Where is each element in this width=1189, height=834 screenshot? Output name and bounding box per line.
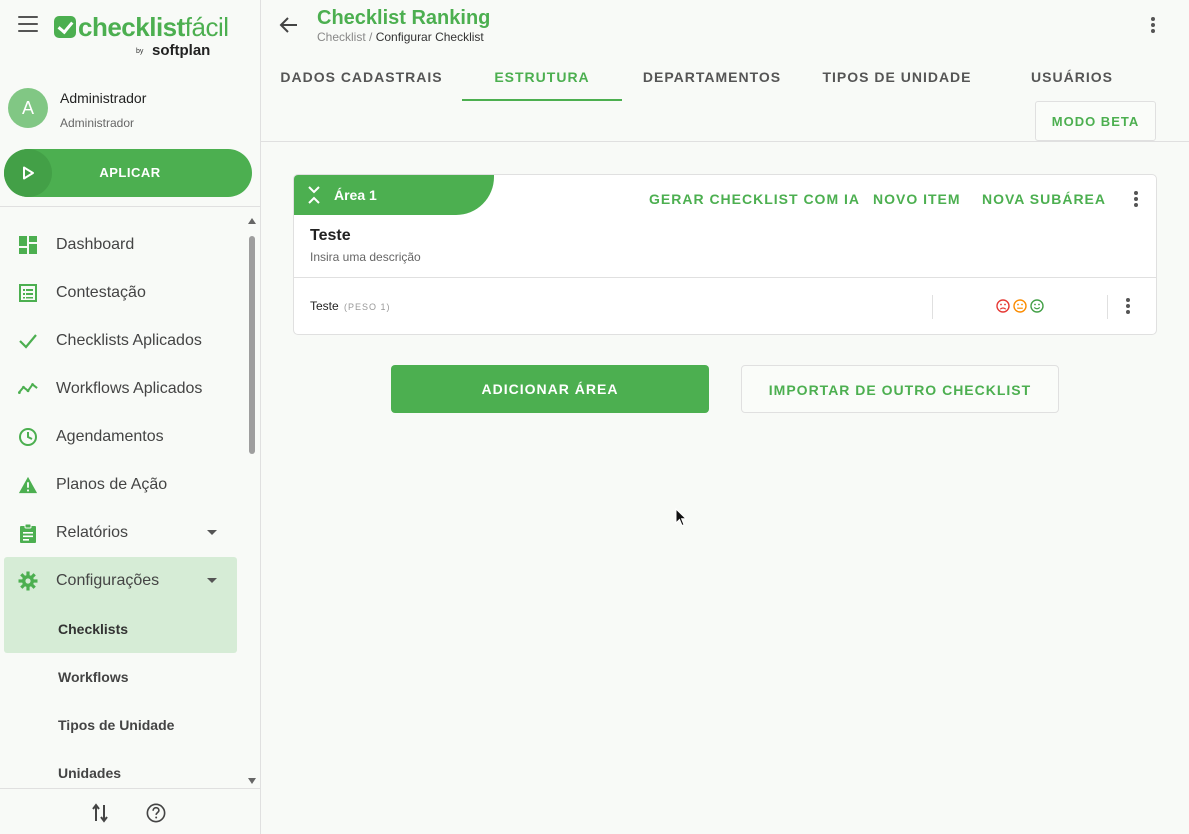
user-role: Administrador [60,116,135,130]
generate-ai-button[interactable]: GERAR CHECKLIST COM IA [649,191,860,207]
user-profile[interactable]: A Administrador Administrador [8,88,248,132]
brand-logo[interactable]: checklistfácil by softplan [54,10,234,60]
beta-mode-button[interactable]: MODO BETA [1035,101,1156,141]
logo-partner: softplan [152,42,211,59]
area-card: Área 1 GERAR CHECKLIST COM IA NOVO ITEM … [293,174,1157,335]
tab-estrutura[interactable]: ESTRUTURA [462,52,622,101]
new-subarea-button[interactable]: NOVA SUBÁREA [982,191,1106,207]
clipboard-icon [18,523,38,543]
neutral-face-icon [1013,299,1027,313]
logo-check-icon [54,16,76,38]
checklist-item-row[interactable]: Teste (PESO 1) [294,278,1156,334]
breadcrumb: Checklist / Configurar Checklist [317,30,484,44]
page-title: Checklist Ranking [317,7,491,29]
sidebar-item-label: Relatórios [56,524,129,541]
sidebar-item-dashboard[interactable]: Dashboard [0,221,245,269]
new-item-button[interactable]: NOVO ITEM [873,191,961,207]
sidebar-subitem-label: Tipos de Unidade [58,717,175,733]
tab-usuarios[interactable]: USUÁRIOS [1001,52,1143,101]
chevron-down-icon [207,578,217,583]
scroll-thumb[interactable] [249,236,255,454]
page-header: Checklist Ranking Checklist / Configurar… [261,0,1189,142]
import-checklist-button[interactable]: IMPORTAR DE OUTRO CHECKLIST [741,365,1059,413]
sidebar-item-configuracoes[interactable]: Configurações [4,557,237,605]
sidebar-footer [0,788,260,834]
happy-face-icon [1030,299,1044,313]
sidebar-item-label: Dashboard [56,236,135,253]
divider [1107,295,1108,319]
sidebar-item-checklists-aplicados[interactable]: Checklists Aplicados [0,317,245,365]
breadcrumb-current: Configurar Checklist [375,30,484,44]
sidebar-item-label: Agendamentos [56,428,164,445]
scroll-down-arrow[interactable] [248,778,256,784]
tab-dados-cadastrais[interactable]: DADOS CADASTRAIS [261,52,462,101]
area-tab[interactable]: Área 1 [294,175,494,215]
add-area-button[interactable]: ADICIONAR ÁREA [391,365,709,413]
chevron-down-icon [207,530,217,535]
item-weight: (PESO 1) [344,302,391,312]
check-icon [18,331,38,351]
gear-icon [18,571,38,591]
area-description[interactable]: Insira uma descrição [310,250,421,264]
avatar: A [8,88,48,128]
tab-departamentos[interactable]: DEPARTAMENTOS [632,52,792,101]
more-vert-icon[interactable] [1118,296,1138,316]
sidebar-subitem-unidades[interactable]: Unidades [0,749,245,785]
sidebar-subitem-workflows[interactable]: Workflows [0,653,245,701]
sidebar-item-agendamentos[interactable]: Agendamentos [0,413,245,461]
area-label: Área 1 [334,187,377,203]
warning-icon [18,475,38,495]
sidebar: checklistfácil by softplan A Administrad… [0,0,261,834]
apply-button-label: APLICAR [99,165,161,180]
help-icon[interactable] [146,803,166,823]
breadcrumb-parent[interactable]: Checklist [317,30,366,44]
sidebar-item-label: Configurações [56,572,160,589]
sidebar-nav: Dashboard Contestação Checklists Aplicad… [0,221,245,785]
area-name[interactable]: Teste [310,227,351,245]
sidebar-scrollbar[interactable] [247,218,257,784]
back-arrow-icon[interactable] [279,15,299,35]
swap-icon[interactable] [90,803,110,823]
scroll-up-arrow[interactable] [248,218,256,224]
breadcrumb-separator: / [365,30,376,44]
tab-tipos-de-unidade[interactable]: TIPOS DE UNIDADE [809,52,985,101]
sidebar-subitem-label: Unidades [58,765,122,781]
sidebar-item-planos-de-acao[interactable]: Planos de Ação [0,461,245,509]
sidebar-subitem-checklists[interactable]: Checklists [4,605,237,653]
divider [932,295,933,319]
sidebar-item-relatorios[interactable]: Relatórios [0,509,245,557]
sidebar-subitem-label: Checklists [58,621,129,637]
clock-icon [18,427,38,447]
sidebar-item-label: Planos de Ação [56,476,168,493]
user-name: Administrador [60,90,147,106]
sidebar-item-contestacao[interactable]: Contestação [0,269,245,317]
logo-wordmark: checklistfácil [54,12,229,43]
more-vert-icon[interactable] [1126,189,1146,209]
menu-icon[interactable] [18,16,38,32]
sidebar-item-label: Contestação [56,284,146,301]
trending-icon [18,379,38,399]
mouse-cursor-icon [675,508,687,527]
more-vert-icon[interactable] [1143,15,1163,35]
collapse-icon[interactable] [308,186,320,204]
dashboard-icon [18,235,38,255]
sidebar-item-label: Workflows Aplicados [56,380,203,397]
sad-face-icon [996,299,1010,313]
evaluation-scale [996,299,1044,313]
sidebar-subitem-label: Workflows [58,669,129,685]
item-name: Teste (PESO 1) [310,299,391,313]
item-name-text: Teste [310,299,339,313]
sidebar-subitem-tipos-de-unidade[interactable]: Tipos de Unidade [0,701,245,749]
sidebar-item-label: Checklists Aplicados [56,332,202,349]
logo-by-text: by [136,48,144,55]
sidebar-item-workflows-aplicados[interactable]: Workflows Aplicados [0,365,245,413]
apply-button[interactable]: APLICAR [4,149,252,197]
list-icon [18,283,38,303]
divider [0,206,260,207]
